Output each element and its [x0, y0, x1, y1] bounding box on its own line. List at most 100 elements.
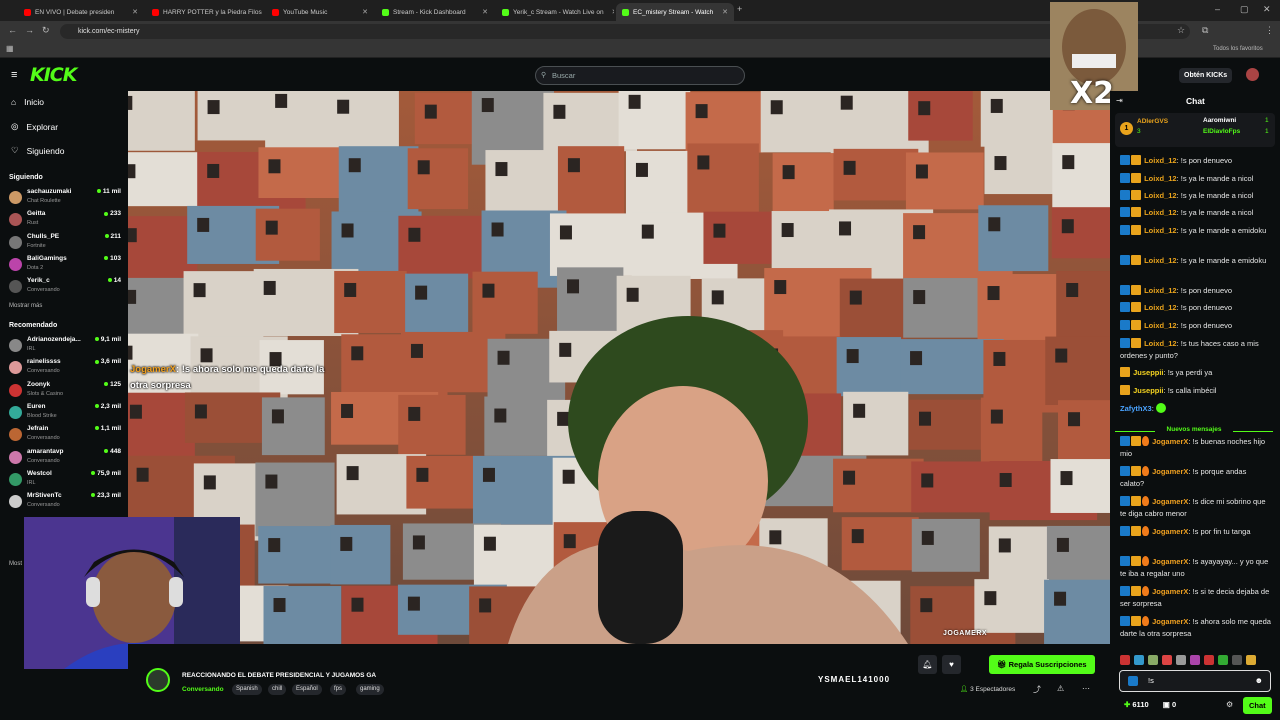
- emoji-icon[interactable]: ☻: [1255, 671, 1263, 691]
- chat-message[interactable]: ZafythX3:: [1120, 403, 1272, 415]
- back-icon[interactable]: ←: [8, 25, 17, 35]
- close-window-icon[interactable]: ✕: [1263, 4, 1271, 15]
- chat-username[interactable]: JogamerX: [1152, 437, 1188, 446]
- new-messages-divider[interactable]: Nuevos mensajes: [1115, 426, 1273, 436]
- channel-item[interactable]: Yerik_c Conversando 14: [9, 277, 121, 299]
- chat-username[interactable]: Loixd_12: [1144, 286, 1177, 295]
- follow-heart-button[interactable]: ♥: [942, 655, 961, 674]
- channel-item[interactable]: BaliGamings Dota 2 103: [9, 255, 121, 277]
- chat-username[interactable]: Loixd_12: [1144, 208, 1177, 217]
- emote-icon[interactable]: [1204, 655, 1214, 665]
- reload-icon[interactable]: ↻: [42, 25, 50, 36]
- emote-icon[interactable]: [1246, 655, 1256, 665]
- channel-item[interactable]: Zoonyk Slots & Casino 125: [9, 381, 121, 403]
- chat-message[interactable]: JogamerX: !s dice mi sobrino que te diga…: [1120, 496, 1272, 520]
- channel-item[interactable]: Chulls_PE Fortnite 211: [9, 233, 121, 255]
- chat-username[interactable]: Loixd_12: [1144, 156, 1177, 165]
- chat-username[interactable]: Juseppii: [1133, 386, 1163, 395]
- chat-message[interactable]: JogamerX: !s buenas noches hijo mio: [1120, 436, 1272, 460]
- browser-tab[interactable]: YouTube Music ✕: [266, 3, 374, 21]
- chat-username[interactable]: JogamerX: [1152, 557, 1188, 566]
- chat-username[interactable]: JogamerX: [1152, 527, 1188, 536]
- close-tab-icon[interactable]: ✕: [478, 8, 488, 16]
- notification-bell-button[interactable]: 🔔︎: [918, 655, 937, 674]
- show-more-link-2[interactable]: Most: [9, 561, 22, 567]
- browser-tab[interactable]: HARRY POTTER y la Piedra Filos✕: [146, 3, 264, 21]
- emote-icon[interactable]: [1176, 655, 1186, 665]
- chat-message[interactable]: JogamerX: !s por fin tu tanga: [1120, 526, 1272, 538]
- get-kicks-button[interactable]: Obtén KICKs: [1179, 68, 1233, 83]
- menu-dots-icon[interactable]: ⋮: [1265, 25, 1274, 36]
- chat-username[interactable]: Loixd_12: [1144, 321, 1177, 330]
- stream-category[interactable]: Conversando: [182, 686, 224, 693]
- browser-tab[interactable]: Yerik_c Stream - Watch Live on ✕: [496, 3, 614, 21]
- browser-tab[interactable]: EC_mistery Stream - Watch ✕: [616, 3, 734, 21]
- apps-grid-icon[interactable]: ▦: [6, 44, 14, 53]
- chat-username[interactable]: Juseppii: [1133, 368, 1163, 377]
- chat-message[interactable]: JogamerX: !s si te decia dejaba de ser s…: [1120, 586, 1272, 610]
- chat-message[interactable]: JogamerX: !s ahora solo me queda darte l…: [1120, 616, 1272, 640]
- channel-item[interactable]: Euren Blood Strike 2,3 mil: [9, 403, 121, 425]
- all-bookmarks[interactable]: Todos los favoritos: [1213, 46, 1263, 52]
- nav-item-inicio[interactable]: ⌂ Inicio: [11, 97, 44, 107]
- stream-tag[interactable]: gaming: [356, 684, 384, 695]
- emote-icon[interactable]: [1134, 655, 1144, 665]
- channel-item[interactable]: amarantavp Conversando 448: [9, 448, 121, 470]
- chat-message[interactable]: Loixd_12: !s tus haces caso a mis ordene…: [1120, 338, 1272, 362]
- chat-username[interactable]: JogamerX: [1152, 497, 1188, 506]
- kick-logo[interactable]: KICK: [30, 64, 77, 86]
- browser-tab[interactable]: Stream - Kick Dashboard ✕: [376, 3, 494, 21]
- chat-settings-icon[interactable]: ⚙: [1226, 700, 1233, 709]
- chat-message[interactable]: Loixd_12: !s pon denuevo: [1120, 155, 1272, 167]
- channel-item[interactable]: Adrianozendeja... IRL 9,1 mil: [9, 336, 121, 358]
- chat-message[interactable]: JogamerX: !s ayayayay... y yo que te iba…: [1120, 556, 1272, 580]
- chat-message[interactable]: JogamerX: !s porque andas calato?: [1120, 466, 1272, 490]
- chat-message[interactable]: Loixd_12: !s pon denuevo: [1120, 285, 1272, 297]
- close-tab-icon[interactable]: ✕: [128, 8, 138, 16]
- chat-message[interactable]: Loixd_12: !s pon denuevo: [1120, 320, 1272, 332]
- chat-username[interactable]: Loixd_12: [1144, 174, 1177, 183]
- stream-tag[interactable]: Español: [292, 684, 322, 695]
- chat-username[interactable]: Loixd_12: [1144, 226, 1177, 235]
- chat-username[interactable]: JogamerX: [1152, 587, 1188, 596]
- browser-tab[interactable]: EN VIVO | Debate presiden ✕: [18, 3, 144, 21]
- chat-username[interactable]: Loixd_12: [1144, 303, 1177, 312]
- chat-message[interactable]: Loixd_12: !s ya le mande a emidoku: [1120, 255, 1272, 267]
- chat-message[interactable]: Loixd_12: !s ya le mande a nicol: [1120, 207, 1272, 219]
- channel-item[interactable]: sachauzumaki Chat Roulette 11 mil: [9, 188, 121, 210]
- url-field[interactable]: kick.com/ec-mistery: [60, 24, 1190, 39]
- chat-message[interactable]: Juseppii: !s ya perdi ya: [1120, 367, 1272, 379]
- nav-item-siguiendo[interactable]: ♡ Siguiendo: [11, 145, 64, 156]
- chat-username[interactable]: Loixd_12: [1144, 256, 1177, 265]
- emote-icon[interactable]: [1148, 655, 1158, 665]
- emote-icon[interactable]: [1120, 655, 1130, 665]
- emote-icon[interactable]: [1162, 655, 1172, 665]
- minimize-icon[interactable]: –: [1215, 4, 1220, 14]
- more-options-icon[interactable]: ⋯: [1082, 684, 1090, 693]
- stream-tag[interactable]: Spanish: [232, 684, 262, 695]
- report-icon[interactable]: ⚠: [1057, 684, 1064, 693]
- close-tab-icon[interactable]: ✕: [718, 8, 728, 16]
- nav-item-explorar[interactable]: ◎ Explorar: [11, 121, 58, 132]
- chat-input[interactable]: !s ☻: [1119, 670, 1271, 692]
- chat-message[interactable]: Juseppii: !s calla imbécil: [1120, 385, 1272, 397]
- channel-item[interactable]: Jefrain Conversando 1,1 mil: [9, 425, 121, 447]
- chat-message[interactable]: Loixd_12: !s ya le mande a emidoku: [1120, 225, 1272, 237]
- extensions-icon[interactable]: ⧉: [1202, 25, 1208, 36]
- chat-message[interactable]: Loixd_12: !s ya le mande a nicol: [1120, 173, 1272, 185]
- chat-username[interactable]: JogamerX: [1152, 467, 1188, 476]
- gift-subscriptions-button[interactable]: 🎁︎ Regala Suscripciones: [989, 655, 1095, 674]
- share-icon[interactable]: ⤴: [1033, 684, 1041, 695]
- channel-avatar[interactable]: [146, 668, 170, 692]
- chat-username[interactable]: ZafythX3: [1120, 404, 1152, 413]
- collapse-chat-icon[interactable]: ⇥: [1116, 96, 1123, 105]
- bookmark-star-icon[interactable]: ☆: [1177, 25, 1185, 36]
- hamburger-menu-icon[interactable]: ≡: [11, 69, 17, 81]
- channel-item[interactable]: MrStivenTc Conversando 23,3 mil: [9, 492, 121, 514]
- channel-item[interactable]: rainelissss Conversando 3,6 mil: [9, 358, 121, 380]
- channel-item[interactable]: Westcol IRL 75,9 mil: [9, 470, 121, 492]
- show-more-link[interactable]: Mostrar más: [9, 303, 42, 309]
- close-tab-icon[interactable]: ✕: [608, 8, 614, 16]
- search-input[interactable]: ⚲ Buscar: [535, 66, 745, 85]
- emote-icon[interactable]: [1218, 655, 1228, 665]
